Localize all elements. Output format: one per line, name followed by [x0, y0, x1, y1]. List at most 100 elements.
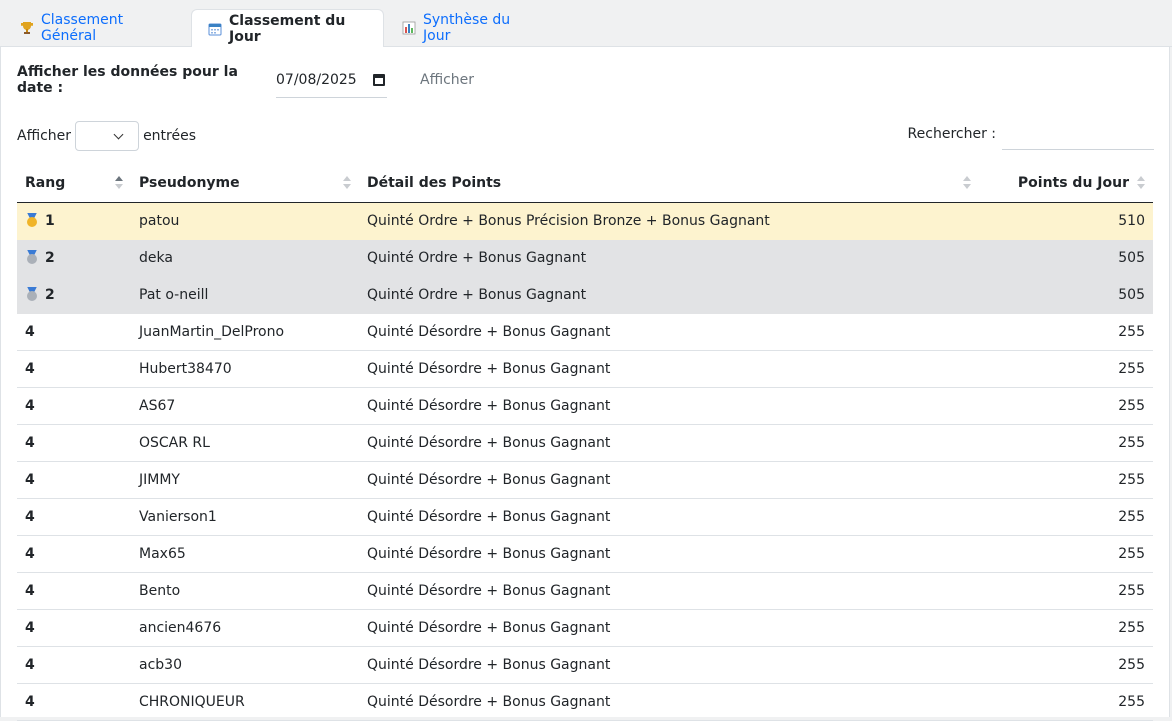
page-length-control: Afficher entrées [17, 121, 196, 151]
calendar-icon [208, 22, 222, 36]
date-filter: Afficher les données pour la date : 07/0… [17, 60, 474, 100]
silver-medal-icon [25, 249, 39, 264]
cell-pseudonyme: AS67 [131, 387, 359, 425]
cell-pseudonyme: patou [131, 202, 359, 240]
cell-detail: Quinté Désordre + Bonus Gagnant [359, 572, 979, 610]
table-body: 1 patou Quinté Ordre + Bonus Précision Bro… [17, 202, 1153, 721]
calendar-picker-icon[interactable] [373, 73, 385, 86]
cell-pseudonyme: deka [131, 239, 359, 277]
cell-detail: Quinté Désordre + Bonus Gagnant [359, 609, 979, 647]
tab-label: Classement Général [41, 12, 124, 44]
cell-points: 510 [979, 202, 1153, 240]
cell-rank: 4 [17, 387, 131, 425]
length-suffix: entrées [143, 128, 197, 144]
cell-detail: Quinté Désordre + Bonus Gagnant [359, 498, 979, 536]
cell-detail: Quinté Ordre + Bonus Précision Bronze + … [359, 202, 979, 240]
table-row: 4 acb30 Quinté Désordre + Bonus Gagnant 255 [17, 646, 1153, 684]
tab-bar: Classement Général Classement du Jour Sy… [0, 0, 1172, 48]
cell-pseudonyme: Bento [131, 572, 359, 610]
cell-detail: Quinté Désordre + Bonus Gagnant [359, 646, 979, 684]
sort-icon [963, 176, 971, 190]
ranking-table: Rang Pseudonyme Détail des Points Points… [17, 165, 1153, 721]
cell-detail: Quinté Désordre + Bonus Gagnant [359, 535, 979, 573]
cell-rank: 4 [17, 535, 131, 573]
cell-pseudonyme: ancien4676 [131, 609, 359, 647]
cell-detail: Quinté Ordre + Bonus Gagnant [359, 276, 979, 314]
table-row: 4 Max65 Quinté Désordre + Bonus Gagnant 255 [17, 535, 1153, 573]
table-row: 2 deka Quinté Ordre + Bonus Gagnant 505 [17, 239, 1153, 277]
cell-pseudonyme: Max65 [131, 535, 359, 573]
sort-asc-icon [115, 176, 123, 190]
cell-detail: Quinté Désordre + Bonus Gagnant [359, 313, 979, 351]
cell-points: 255 [979, 313, 1153, 351]
table-header-row: Rang Pseudonyme Détail des Points Points… [17, 165, 1153, 203]
cell-points: 255 [979, 350, 1153, 388]
cell-rank: 1 [17, 202, 131, 240]
cell-pseudonyme: Hubert38470 [131, 350, 359, 388]
cell-rank: 4 [17, 313, 131, 351]
date-label: Afficher les données pour la date : [17, 64, 238, 96]
table-row: 4 CHRONIQUEUR Quinté Désordre + Bonus Gagn… [17, 683, 1153, 721]
search-control: Rechercher : [908, 118, 1154, 150]
cell-points: 255 [979, 498, 1153, 536]
cell-rank: 4 [17, 572, 131, 610]
cell-detail: Quinté Désordre + Bonus Gagnant [359, 424, 979, 462]
cell-pseudonyme: acb30 [131, 646, 359, 684]
sort-icon [1137, 176, 1145, 190]
gold-medal-icon [25, 212, 39, 227]
cell-rank: 4 [17, 424, 131, 462]
silver-medal-icon [25, 286, 39, 301]
table-row: 1 patou Quinté Ordre + Bonus Précision Bro… [17, 202, 1153, 240]
search-input[interactable] [1002, 118, 1154, 150]
cell-points: 255 [979, 535, 1153, 573]
cell-rank: 2 [17, 239, 131, 277]
page-length-select[interactable] [75, 121, 140, 151]
tab-synthese-du-jour[interactable]: Synthèse du Jour [386, 9, 556, 47]
cell-points: 255 [979, 609, 1153, 647]
column-header-rang[interactable]: Rang [17, 165, 131, 203]
cell-rank: 4 [17, 646, 131, 684]
table-row: 4 OSCAR RL Quinté Désordre + Bonus Gagnant… [17, 424, 1153, 462]
length-prefix: Afficher [17, 128, 72, 144]
cell-detail: Quinté Désordre + Bonus Gagnant [359, 683, 979, 721]
search-label: Rechercher : [907, 126, 996, 142]
table-row: 4 Hubert38470 Quinté Désordre + Bonus Gagn… [17, 350, 1153, 388]
cell-points: 505 [979, 276, 1153, 314]
table-row: 4 Vanierson1 Quinté Désordre + Bonus Gagna… [17, 498, 1153, 536]
table-row: 4 AS67 Quinté Désordre + Bonus Gagnant 255 [17, 387, 1153, 425]
column-header-detail[interactable]: Détail des Points [359, 165, 979, 203]
tab-label: Classement du Jour [229, 12, 346, 45]
trophy-icon [20, 21, 34, 35]
cell-rank: 2 [17, 276, 131, 314]
cell-pseudonyme: Pat o-neill [131, 276, 359, 314]
table-row: 2 Pat o-neill Quinté Ordre + Bonus Gagnant… [17, 276, 1153, 314]
date-value: 07/08/2025 [276, 71, 357, 88]
table-row: 4 JuanMartin_DelProno Quinté Désordre + Bo… [17, 313, 1153, 351]
cell-detail: Quinté Désordre + Bonus Gagnant [359, 461, 979, 499]
cell-points: 255 [979, 646, 1153, 684]
cell-points: 255 [979, 683, 1153, 721]
cell-rank: 4 [17, 461, 131, 499]
table-row: 4 Bento Quinté Désordre + Bonus Gagnant 255 [17, 572, 1153, 610]
cell-rank: 4 [17, 498, 131, 536]
column-header-points[interactable]: Points du Jour [979, 165, 1153, 203]
cell-pseudonyme: Vanierson1 [131, 498, 359, 536]
cell-pseudonyme: JuanMartin_DelProno [131, 313, 359, 351]
column-header-pseudonyme[interactable]: Pseudonyme [131, 165, 359, 203]
bar-chart-icon [402, 21, 416, 35]
table-row: 4 ancien4676 Quinté Désordre + Bonus Gagna… [17, 609, 1153, 647]
cell-points: 505 [979, 239, 1153, 277]
tab-label: Synthèse du Jour [423, 12, 511, 44]
tab-classement-du-jour[interactable]: Classement du Jour [191, 9, 384, 48]
cell-rank: 4 [17, 609, 131, 647]
cell-pseudonyme: JIMMY [131, 461, 359, 499]
date-input[interactable]: 07/08/2025 [276, 62, 387, 98]
cell-points: 255 [979, 387, 1153, 425]
cell-pseudonyme: OSCAR RL [131, 424, 359, 462]
cell-points: 255 [979, 461, 1153, 499]
cell-rank: 4 [17, 350, 131, 388]
cell-detail: Quinté Désordre + Bonus Gagnant [359, 350, 979, 388]
table-row: 4 JIMMY Quinté Désordre + Bonus Gagnant 255 [17, 461, 1153, 499]
afficher-button[interactable]: Afficher [420, 72, 474, 88]
tab-classement-general[interactable]: Classement Général [4, 9, 191, 47]
